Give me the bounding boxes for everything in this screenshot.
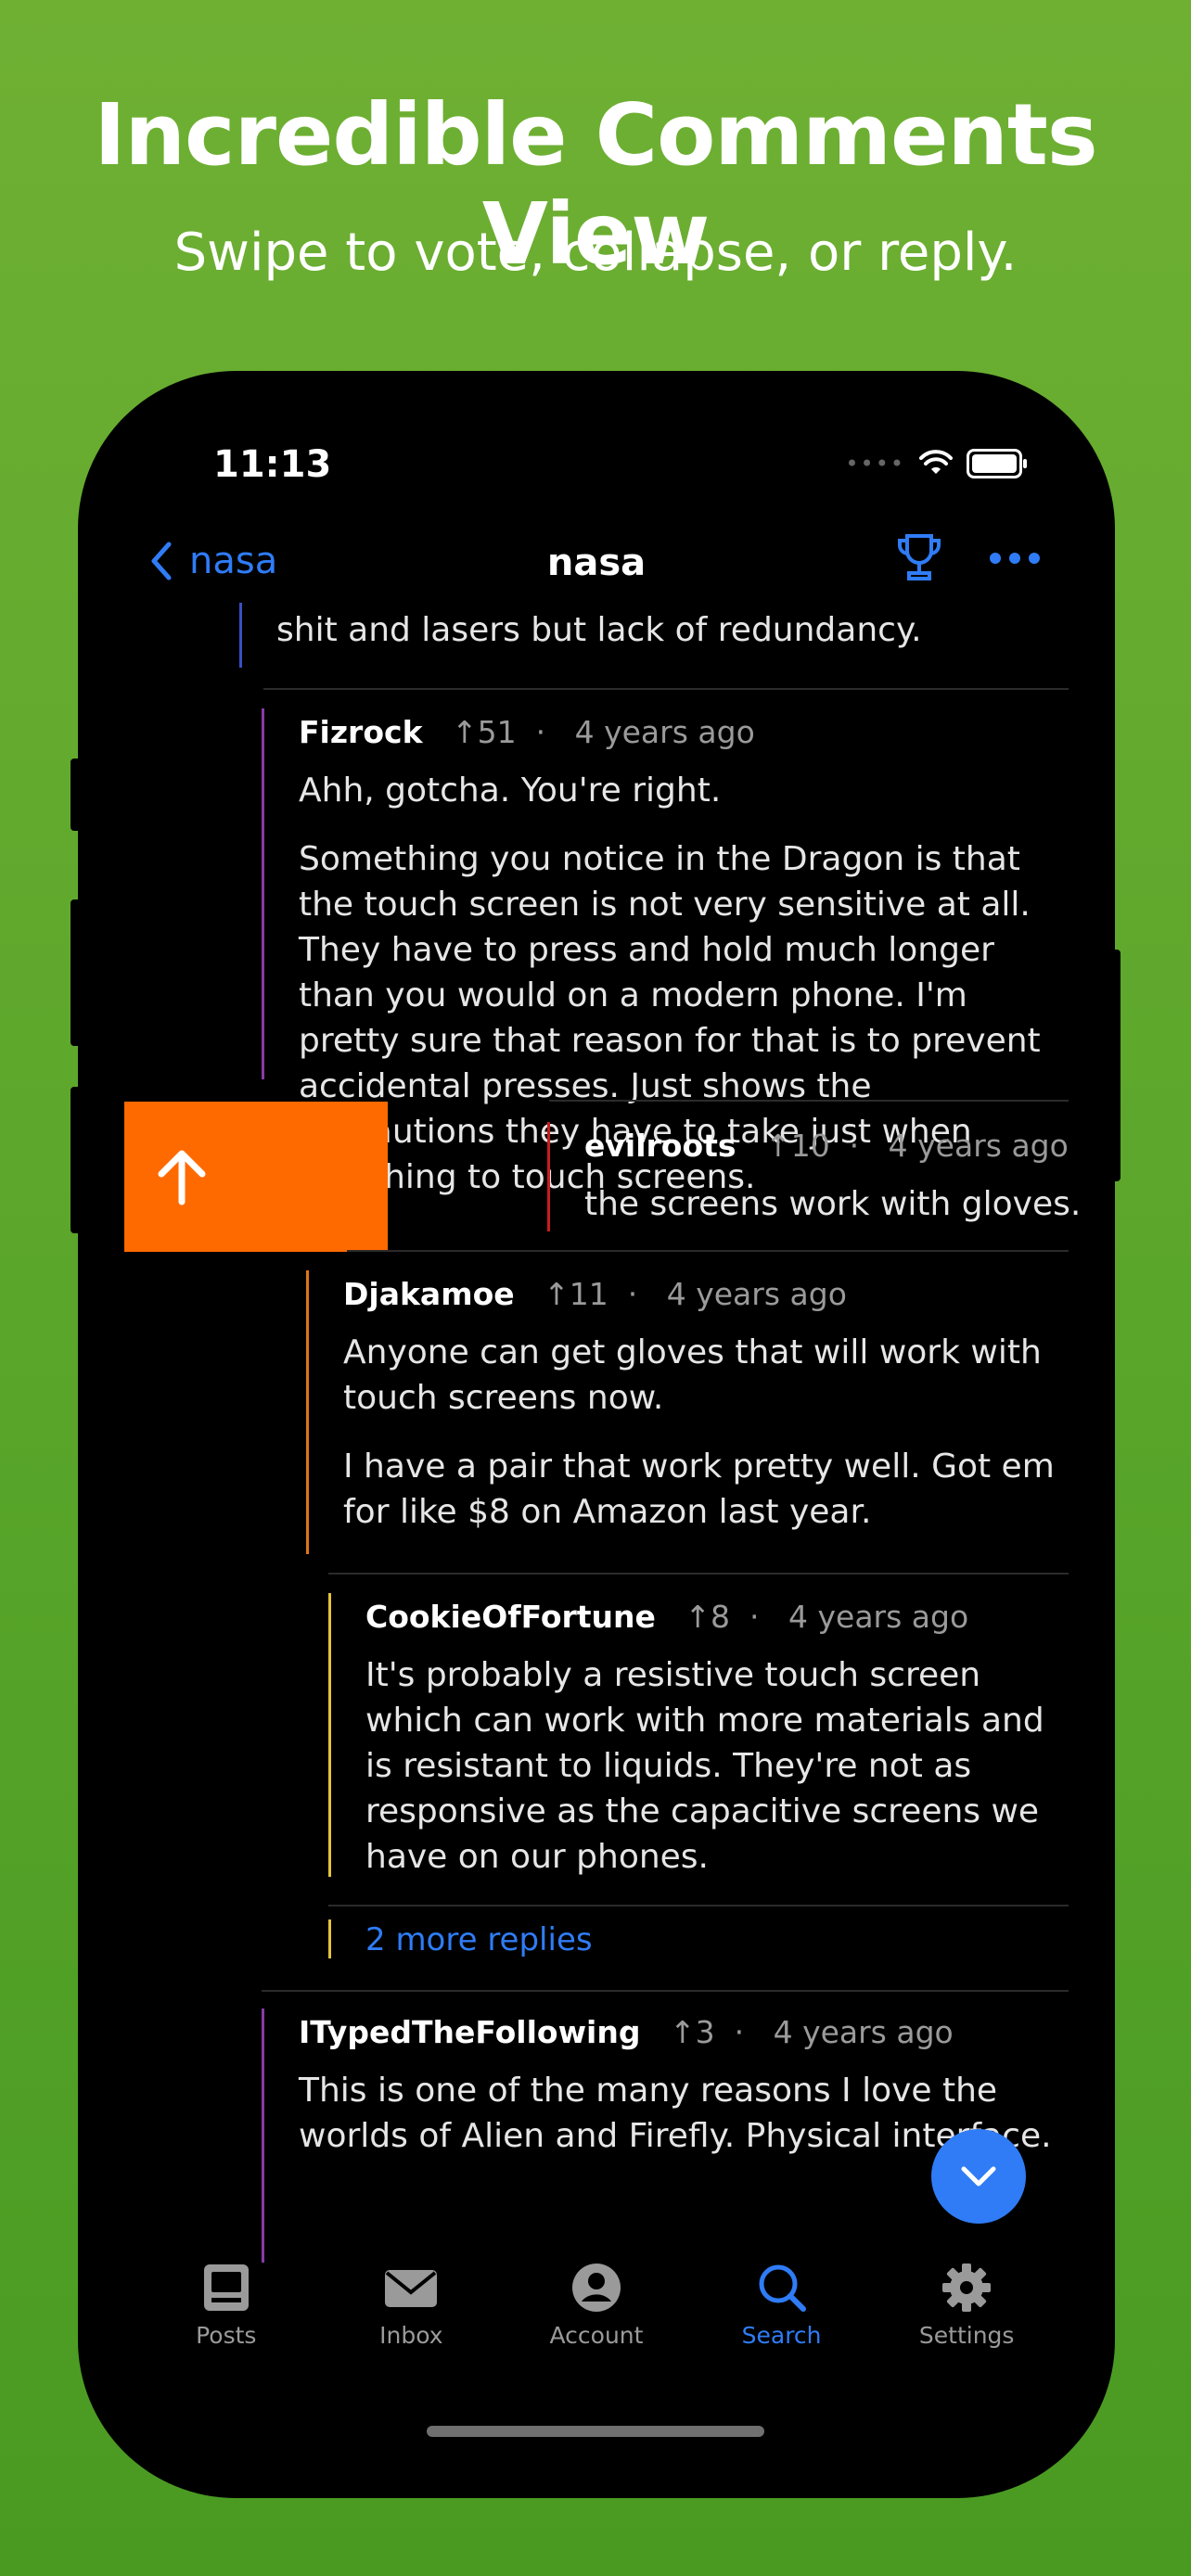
search-icon — [759, 2264, 806, 2312]
vote-count: ↑8 — [685, 1599, 731, 1635]
vote-count: ↑51 — [452, 714, 517, 750]
comment-meta: Fizrock ↑51 · 4 years ago — [299, 714, 755, 750]
comment-djakamoe[interactable]: Djakamoe ↑11 · 4 years ago Anyone can ge… — [306, 1270, 1069, 1554]
comment-age: 4 years ago — [666, 1276, 847, 1312]
phone-frame: 11:13 •••• nasa nasa shit and lasers but… — [78, 371, 1115, 2498]
tab-label: Account — [549, 2322, 644, 2349]
thread-line — [328, 1919, 331, 1958]
wifi-icon — [919, 450, 953, 474]
arrow-up-icon — [158, 1150, 206, 1205]
tab-account[interactable]: Account — [531, 2263, 661, 2402]
navigation-bar: nasa nasa — [78, 529, 1115, 603]
vote-count: ↑10 — [765, 1128, 830, 1164]
comment-cookieoffortune[interactable]: CookieOfFortune ↑8 · 4 years ago It's pr… — [328, 1593, 1069, 1877]
comment-author[interactable]: ITypedTheFollowing — [299, 2014, 640, 2050]
battery-icon — [967, 449, 1027, 478]
divider — [549, 1100, 1069, 1102]
more-options-icon[interactable] — [989, 552, 1041, 565]
thread-line — [262, 708, 264, 1079]
comment-author[interactable]: evilroots — [584, 1128, 736, 1164]
thread-line — [306, 1270, 309, 1554]
comment-evilroots[interactable]: evilroots ↑10 · 4 years ago the screens … — [547, 1122, 1096, 1231]
marketing-subheadline: Swipe to vote, collapse, or reply. — [173, 223, 1018, 283]
tab-bar: Posts Inbox Account Search Settings — [78, 2263, 1115, 2402]
comment-age: 4 years ago — [788, 1599, 969, 1635]
comment-meta: ITypedTheFollowing ↑3 · 4 years ago — [299, 2014, 954, 2050]
comment-age: 4 years ago — [574, 714, 755, 750]
tab-search[interactable]: Search — [717, 2263, 847, 2402]
thread-line — [547, 1122, 550, 1231]
comment-age: 4 years ago — [773, 2014, 954, 2050]
tab-label: Settings — [918, 2322, 1015, 2349]
vote-count: ↑3 — [669, 2014, 715, 2050]
inbox-icon — [385, 2270, 438, 2307]
comment-age: 4 years ago — [888, 1128, 1069, 1164]
trophy-icon[interactable] — [896, 532, 942, 584]
tab-label: Posts — [196, 2322, 257, 2349]
scroll-down-button[interactable] — [931, 2129, 1026, 2224]
divider — [347, 1250, 1069, 1252]
divider — [328, 1905, 1069, 1906]
vote-count: ↑11 — [544, 1276, 608, 1312]
tab-label: Inbox — [379, 2322, 443, 2349]
divider — [262, 1990, 1069, 1992]
comment-body: shit and lasers but lack of redundancy. — [276, 611, 922, 649]
chevron-down-icon — [961, 2166, 996, 2187]
tab-inbox[interactable]: Inbox — [346, 2263, 476, 2402]
comment-meta: Djakamoe ↑11 · 4 years ago — [343, 1276, 847, 1312]
status-icons: •••• — [845, 449, 1027, 478]
comment-author[interactable]: Fizrock — [299, 714, 423, 750]
comments-list[interactable]: shit and lasers but lack of redundancy. … — [78, 603, 1115, 2263]
comment-itypedthefollowing[interactable]: ITypedTheFollowing ↑3 · 4 years ago This… — [262, 2009, 1069, 2263]
posts-icon — [203, 2264, 249, 2311]
account-icon — [571, 2264, 621, 2312]
comment-paragraph: the screens work with gloves. — [584, 1185, 1082, 1223]
comment-fizrock[interactable]: Fizrock ↑51 · 4 years ago Ahh, gotcha. Y… — [262, 708, 1069, 1196]
status-time: 11:13 — [213, 443, 332, 486]
more-replies-row[interactable]: 2 more replies — [328, 1919, 1069, 1958]
more-replies-link[interactable]: 2 more replies — [365, 1921, 593, 1958]
comment-paragraph: Ahh, gotcha. You're right. — [299, 772, 722, 810]
divider — [263, 688, 1069, 690]
divider — [328, 1573, 1069, 1575]
comment-paragraph: It's probably a resistive touch screen w… — [365, 1656, 1044, 1876]
comment-paragraph: I have a pair that work pretty well. Got… — [343, 1447, 1055, 1531]
comment-author[interactable]: CookieOfFortune — [365, 1599, 656, 1635]
swipe-upvote-action[interactable] — [124, 1102, 388, 1252]
comment-paragraph: Anyone can get gloves that will work wit… — [343, 1333, 1042, 1417]
tab-posts[interactable]: Posts — [161, 2263, 291, 2402]
tab-label: Search — [741, 2322, 822, 2349]
home-indicator[interactable] — [427, 2426, 764, 2437]
tab-settings[interactable]: Settings — [902, 2263, 1031, 2402]
thread-line — [262, 2009, 264, 2263]
settings-icon — [942, 2264, 992, 2312]
comment-author[interactable]: Djakamoe — [343, 1276, 515, 1312]
comment-meta: CookieOfFortune ↑8 · 4 years ago — [365, 1599, 969, 1635]
comment-meta: evilroots ↑10 · 4 years ago — [584, 1128, 1069, 1164]
thread-line — [239, 603, 242, 668]
cellular-signal-icon: •••• — [845, 451, 905, 477]
comment-partial[interactable]: shit and lasers but lack of redundancy. — [239, 603, 1069, 668]
thread-line — [328, 1593, 331, 1877]
